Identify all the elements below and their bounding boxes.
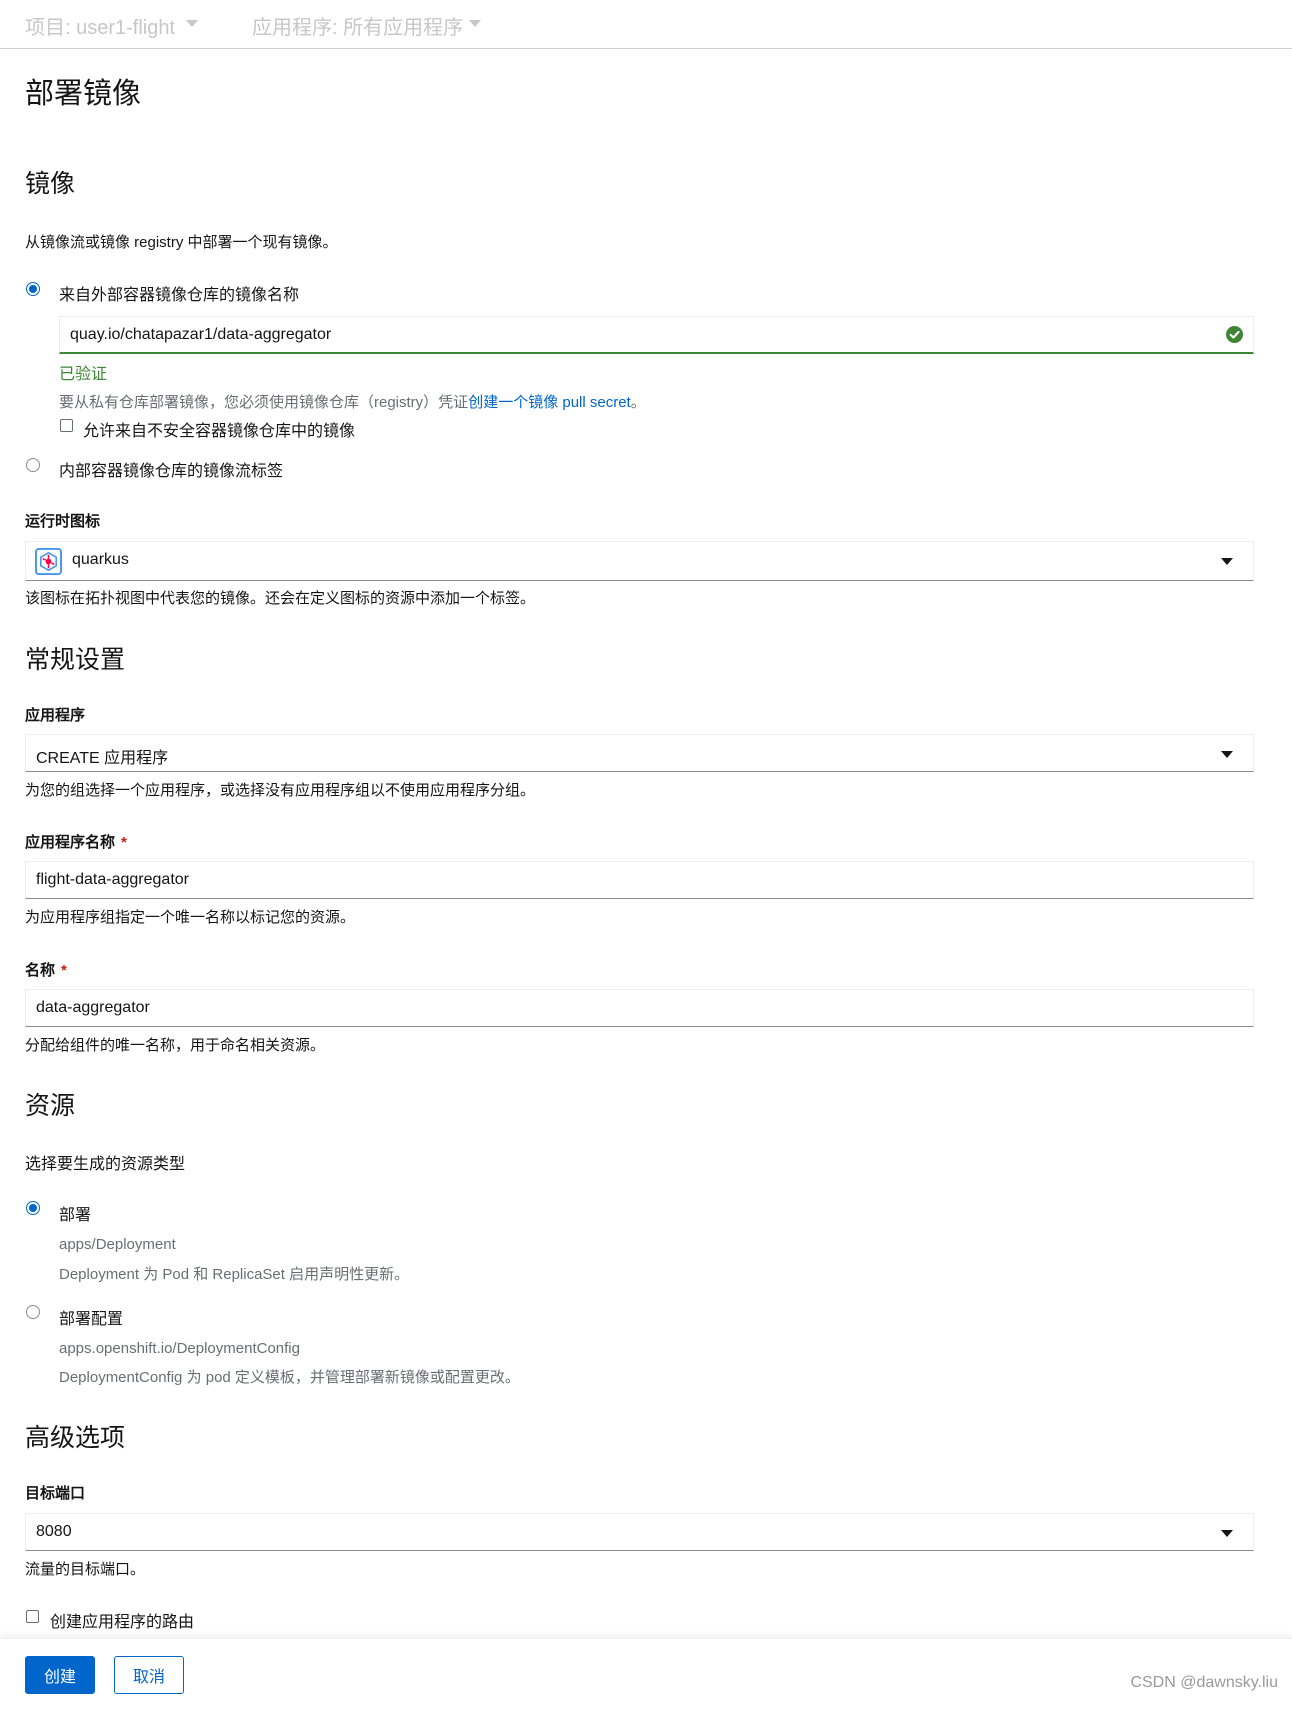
app-name-label-text: 应用程序名称 [25,834,116,851]
create-pull-secret-link[interactable]: 创建一个镜像 pull secret [468,394,631,411]
create-button[interactable]: 创建 [25,1656,95,1694]
app-name-input[interactable]: flight-data-aggregator [25,861,1254,899]
deployment-api: apps/Deployment [59,1236,176,1253]
project-selector[interactable]: 项目: user1-flight [25,11,175,40]
create-route-checkbox[interactable] [26,1610,39,1623]
radio-deployment[interactable] [26,1201,40,1215]
image-name-input[interactable]: quay.io/chatapazar1/data-aggregator [59,316,1254,354]
target-port-value: 8080 [36,1523,72,1540]
deployment-description: Deployment 为 Pod 和 ReplicaSet 启用声明性更新。 [59,1266,410,1283]
quarkus-icon [35,548,62,575]
watermark: CSDN @dawnsky.liu [1130,1674,1278,1691]
section-heading-resources: 资源 [25,1092,76,1120]
pull-secret-help: 要从私有仓库部署镜像，您必须使用镜像仓库（registry）凭证创建一个镜像 p… [59,391,646,412]
application-help: 为您的组选择一个应用程序，或选择没有应用程序组以不使用应用程序分组。 [25,782,536,799]
pull-secret-help-end: 。 [630,394,646,411]
validated-status: 已验证 [59,366,108,383]
radio-internal-image-label: 内部容器镜像仓库的镜像流标签 [59,463,284,480]
check-circle-icon [1226,326,1243,343]
section-heading-image: 镜像 [25,170,76,198]
runtime-icon-select[interactable]: quarkus [25,541,1254,581]
chevron-down-icon[interactable] [186,20,198,27]
form-footer: 创建 取消 CSDN @dawnsky.liu [0,1638,1292,1712]
chevron-down-icon[interactable] [469,20,481,27]
radio-external-image[interactable] [26,282,40,296]
name-input[interactable]: data-aggregator [25,989,1254,1027]
section-heading-advanced: 高级选项 [25,1424,126,1452]
resources-description: 选择要生成的资源类型 [25,1156,186,1173]
target-port-help: 流量的目标端口。 [25,1561,146,1578]
deployment-config-api: apps.openshift.io/DeploymentConfig [59,1340,300,1357]
name-label-text: 名称 [25,962,56,979]
name-value: data-aggregator [36,999,150,1016]
radio-deployment-label: 部署 [59,1207,92,1224]
runtime-icon-label: 运行时图标 [25,513,101,530]
pull-secret-help-text: 要从私有仓库部署镜像，您必须使用镜像仓库（registry）凭证 [59,394,469,411]
app-name-label: 应用程序名称 * [25,831,127,852]
deployment-config-description: DeploymentConfig 为 pod 定义模板，并管理部署新镜像或配置更… [59,1369,520,1386]
cancel-button[interactable]: 取消 [114,1656,184,1694]
top-bar: 项目: user1-flight 应用程序: 所有应用程序 [0,0,1292,49]
radio-external-image-label: 来自外部容器镜像仓库的镜像名称 [59,287,300,304]
radio-deployment-config-label: 部署配置 [59,1311,124,1328]
insecure-registry-label: 允许来自不安全容器镜像仓库中的镜像 [83,423,356,440]
insecure-registry-checkbox[interactable] [60,419,73,432]
app-name-help: 为应用程序组指定一个唯一名称以标记您的资源。 [25,909,356,926]
target-port-label: 目标端口 [25,1485,86,1502]
create-route-label: 创建应用程序的路由 [50,1614,195,1631]
caret-down-icon [1221,751,1233,758]
caret-down-icon [1221,558,1233,565]
caret-down-icon [1221,1530,1233,1537]
application-value: CREATE 应用程序 [36,750,169,767]
page-title: 部署镜像 [25,78,142,110]
app-name-value: flight-data-aggregator [36,871,189,888]
runtime-icon-help: 该图标在拓扑视图中代表您的镜像。还会在定义图标的资源中添加一个标签。 [25,590,536,607]
runtime-icon-value: quarkus [72,551,129,568]
application-label: 应用程序 [25,707,86,724]
radio-internal-image[interactable] [26,458,40,472]
name-label: 名称 * [25,959,67,980]
radio-deployment-config[interactable] [26,1305,40,1319]
application-select[interactable]: CREATE 应用程序 [25,734,1254,772]
section-heading-general: 常规设置 [25,646,126,674]
image-description: 从镜像流或镜像 registry 中部署一个现有镜像。 [25,234,338,251]
required-indicator: * [121,834,127,851]
target-port-select[interactable]: 8080 [25,1513,1254,1551]
image-name-value: quay.io/chatapazar1/data-aggregator [70,326,332,343]
required-indicator: * [61,962,67,979]
name-help: 分配给组件的唯一名称，用于命名相关资源。 [25,1037,326,1054]
application-selector[interactable]: 应用程序: 所有应用程序 [252,11,463,40]
